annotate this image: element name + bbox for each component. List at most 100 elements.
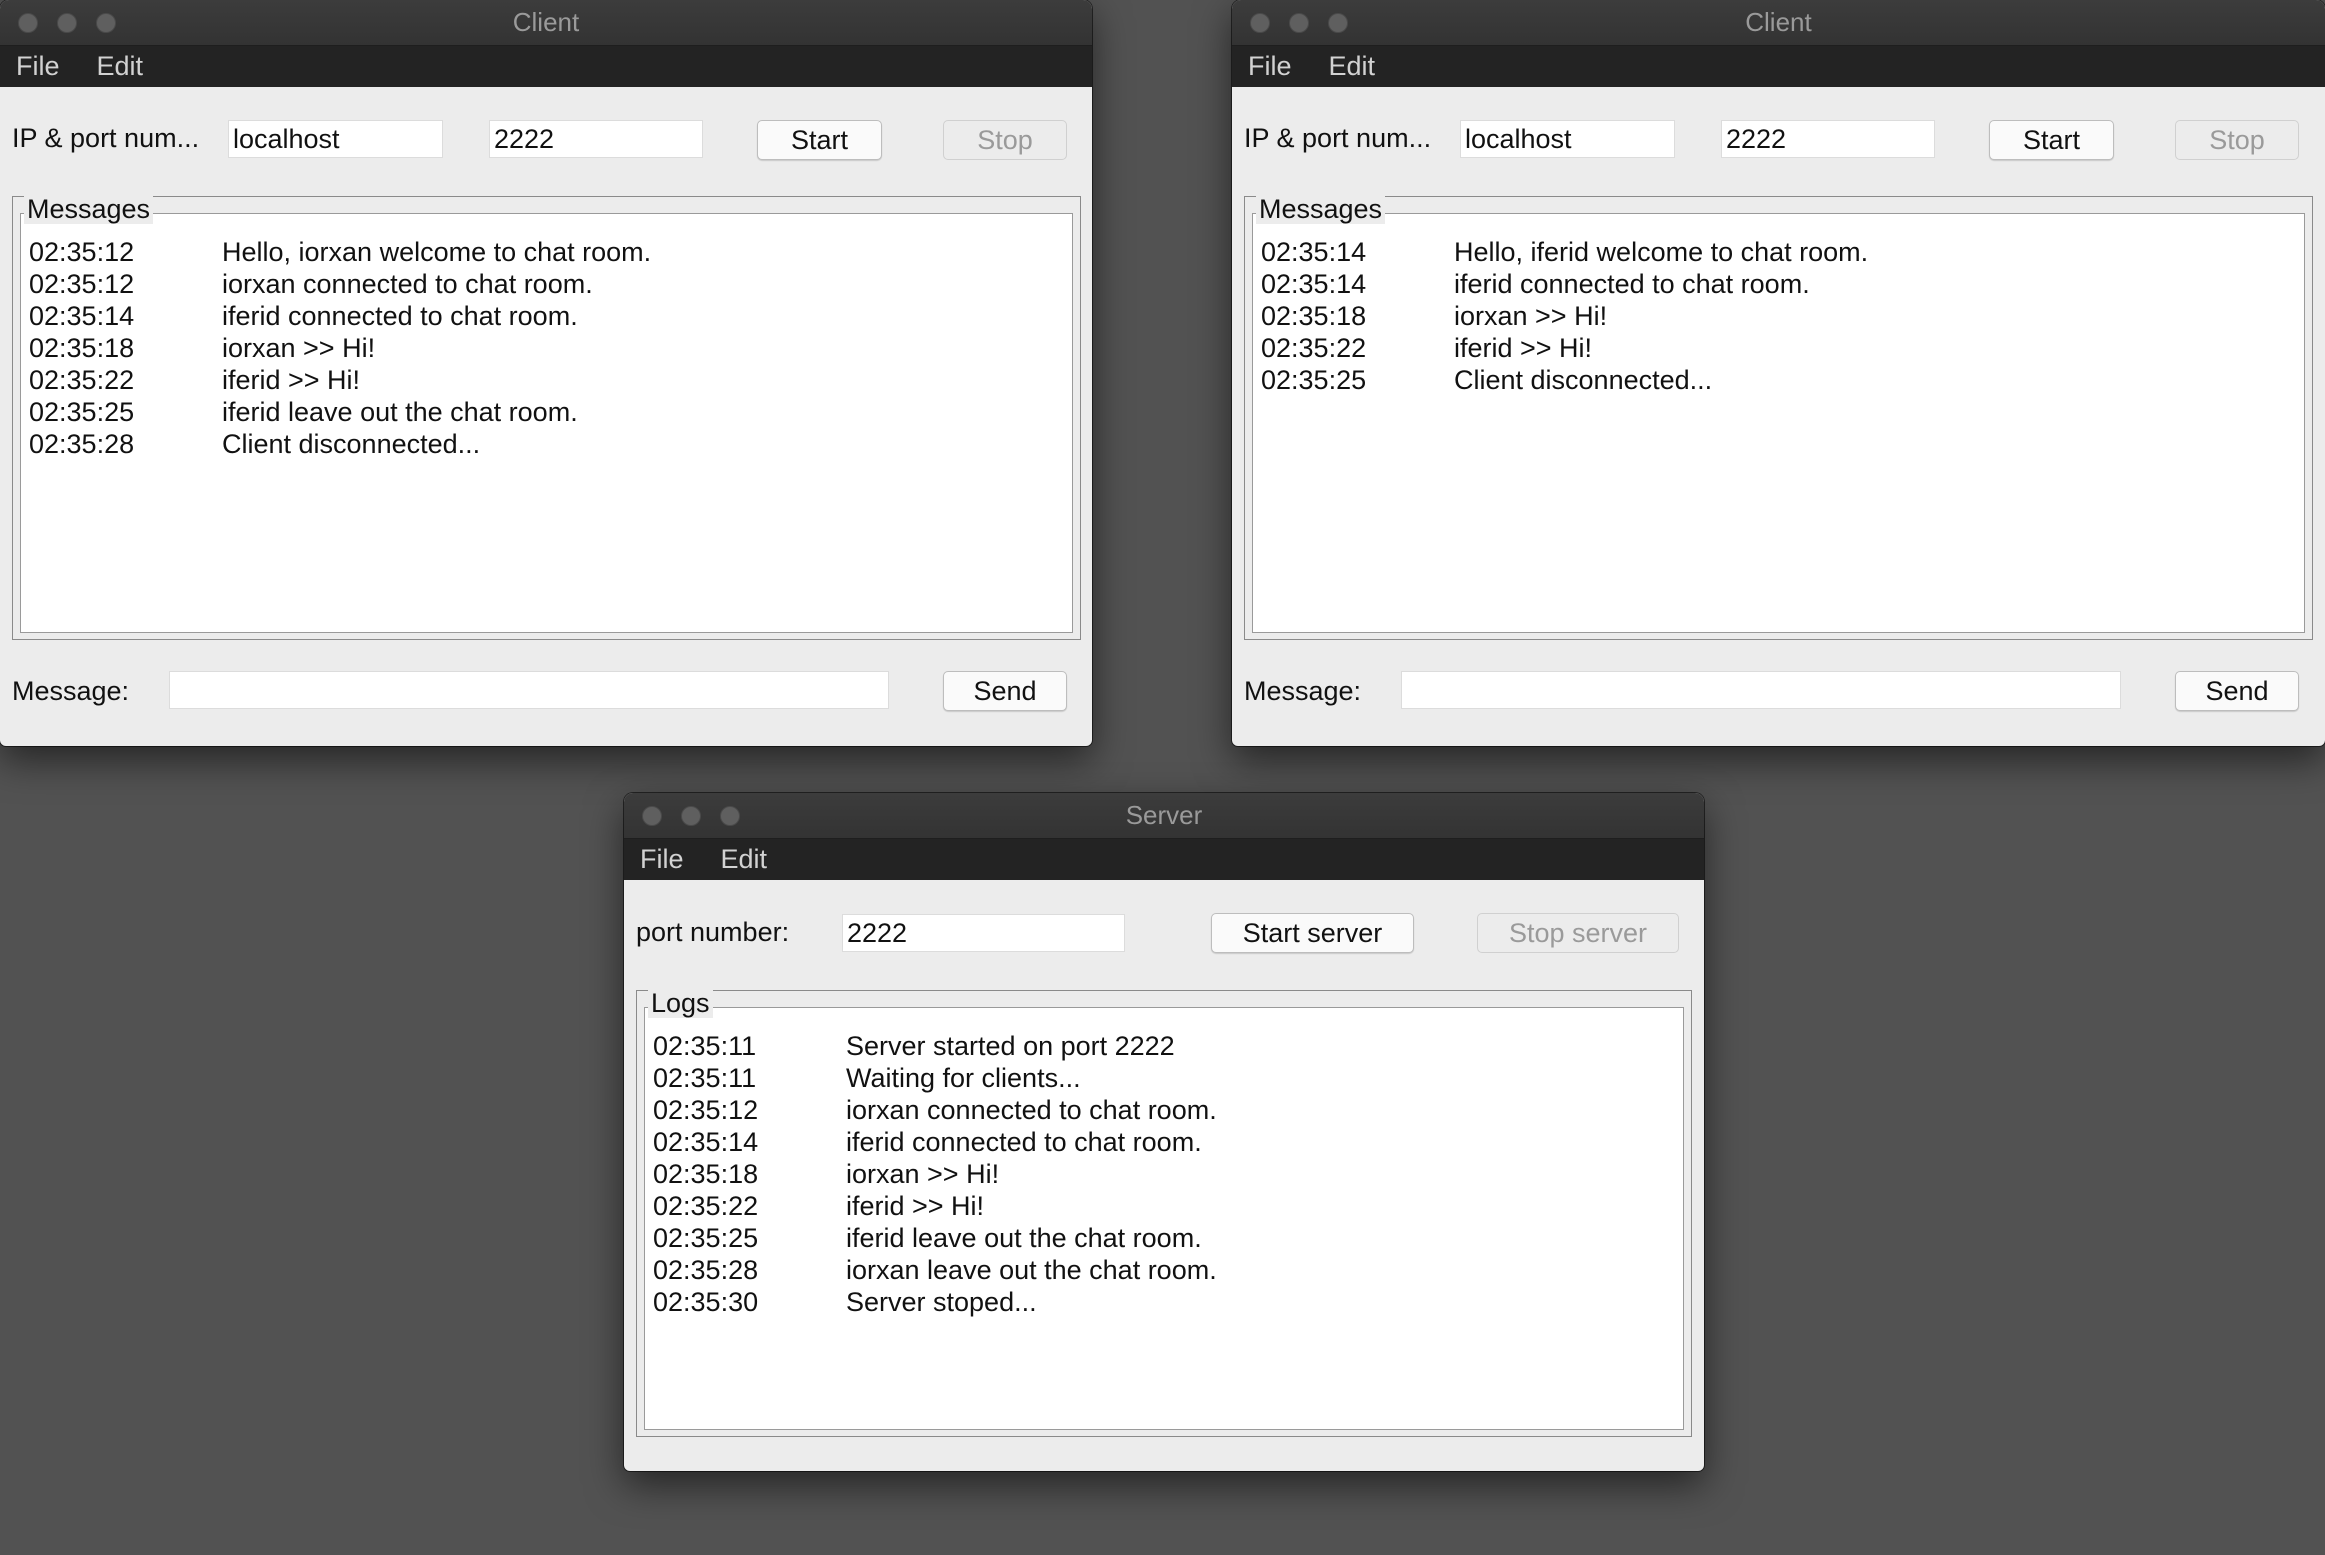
close-window-icon[interactable] <box>18 12 38 33</box>
menu-edit[interactable]: Edit <box>721 844 768 875</box>
timestamp: 02:35:28 <box>29 429 135 459</box>
entry-text: iorxan >> Hi! <box>222 333 376 363</box>
start-button[interactable]: Start <box>757 120 882 160</box>
entry-text: iferid connected to chat room. <box>846 1127 1202 1157</box>
logs-area[interactable]: 02:35:11 Server started on port 2222 02:35… <box>644 1007 1684 1430</box>
client-window-2: Client File Edit IP & port num... localh… <box>1232 0 2325 746</box>
minimize-window-icon[interactable] <box>1289 12 1309 33</box>
message-input[interactable] <box>169 671 889 709</box>
timestamp: 02:35:30 <box>653 1287 759 1317</box>
logs-list: 02:35:11 Server started on port 2222 02:35… <box>653 1030 1675 1318</box>
timestamp: 02:35:25 <box>1261 365 1367 395</box>
port-number-label: port number: <box>636 917 790 947</box>
entry-text: iorxan connected to chat room. <box>846 1095 1217 1125</box>
messages-group: 02:35:14 Hello, iferid welcome to chat ro… <box>1244 194 2313 640</box>
list-item: 02:35:11 Server started on port 2222 <box>653 1030 1675 1062</box>
start-button[interactable]: Start <box>1989 120 2114 160</box>
entry-text: iferid >> Hi! <box>846 1191 985 1221</box>
logs-group: 02:35:11 Server started on port 2222 02:35… <box>636 988 1692 1437</box>
ip-port-label: IP & port num... <box>1244 123 1432 153</box>
port-input[interactable]: 2222 <box>1721 120 1935 158</box>
message-label: Message: <box>12 676 130 706</box>
close-window-icon[interactable] <box>642 805 662 826</box>
server-window: Server File Edit port number: 2222 Start… <box>624 793 1704 1471</box>
timestamp: 02:35:11 <box>653 1063 757 1093</box>
host-input[interactable]: localhost <box>1460 120 1675 158</box>
messages-legend: Messages <box>24 194 154 224</box>
host-input[interactable]: localhost <box>228 120 443 158</box>
menu-file[interactable]: File <box>16 51 60 82</box>
client-window-1: Client File Edit IP & port num... localh… <box>0 0 1092 746</box>
timestamp: 02:35:14 <box>29 301 135 331</box>
timestamp: 02:35:14 <box>1261 269 1367 299</box>
port-input[interactable]: 2222 <box>842 914 1125 952</box>
zoom-window-icon[interactable] <box>96 12 116 33</box>
title-bar[interactable]: Client <box>1232 0 2325 46</box>
list-item: 02:35:30 Server stoped... <box>653 1286 1675 1318</box>
message-input[interactable] <box>1401 671 2121 709</box>
list-item: 02:35:25 iferid leave out the chat room. <box>653 1222 1675 1254</box>
window-controls <box>18 0 135 45</box>
menu-file[interactable]: File <box>1248 51 1292 82</box>
messages-area[interactable]: 02:35:12 Hello, iorxan welcome to chat ro… <box>20 213 1073 633</box>
stop-server-button[interactable]: Stop server <box>1477 913 1679 953</box>
timestamp: 02:35:11 <box>653 1031 757 1061</box>
title-bar[interactable]: Server <box>624 793 1704 839</box>
timestamp: 02:35:22 <box>1261 333 1367 363</box>
list-item: 02:35:18 iorxan >> Hi! <box>1261 300 2296 332</box>
entry-text: Waiting for clients... <box>846 1063 1081 1093</box>
entry-text: Hello, iferid welcome to chat room. <box>1454 237 1869 267</box>
send-button[interactable]: Send <box>2175 671 2299 711</box>
entry-text: Client disconnected... <box>222 429 481 459</box>
timestamp: 02:35:18 <box>1261 301 1367 331</box>
list-item: 02:35:22 iferid >> Hi! <box>1261 332 2296 364</box>
close-window-icon[interactable] <box>1250 12 1270 33</box>
list-item: 02:35:22 iferid >> Hi! <box>29 364 1064 396</box>
menu-edit[interactable]: Edit <box>1329 51 1376 82</box>
stop-button[interactable]: Stop <box>2175 120 2299 160</box>
menu-bar: File Edit <box>624 839 1704 880</box>
timestamp: 02:35:22 <box>29 365 135 395</box>
list-item: 02:35:12 iorxan connected to chat room. <box>653 1094 1675 1126</box>
list-item: 02:35:12 Hello, iorxan welcome to chat ro… <box>29 236 1064 268</box>
list-item: 02:35:14 Hello, iferid welcome to chat ro… <box>1261 236 2296 268</box>
messages-list: 02:35:14 Hello, iferid welcome to chat ro… <box>1261 236 2296 396</box>
timestamp: 02:35:14 <box>1261 237 1367 267</box>
stop-button[interactable]: Stop <box>943 120 1067 160</box>
window-title: Client <box>512 7 580 37</box>
timestamp: 02:35:25 <box>653 1223 759 1253</box>
list-item: 02:35:12 iorxan connected to chat room. <box>29 268 1064 300</box>
messages-group: 02:35:12 Hello, iorxan welcome to chat ro… <box>12 194 1081 640</box>
menu-edit[interactable]: Edit <box>97 51 144 82</box>
zoom-window-icon[interactable] <box>720 805 740 826</box>
send-button[interactable]: Send <box>943 671 1067 711</box>
zoom-window-icon[interactable] <box>1328 12 1348 33</box>
menu-bar: File Edit <box>0 46 1092 87</box>
ip-port-label: IP & port num... <box>12 123 200 153</box>
list-item: 02:35:14 iferid connected to chat room. <box>29 300 1064 332</box>
list-item: 02:35:28 iorxan leave out the chat room. <box>653 1254 1675 1286</box>
port-input[interactable]: 2222 <box>489 120 703 158</box>
minimize-window-icon[interactable] <box>681 805 701 826</box>
messages-area[interactable]: 02:35:14 Hello, iferid welcome to chat ro… <box>1252 213 2305 633</box>
entry-text: iferid leave out the chat room. <box>222 397 578 427</box>
menu-file[interactable]: File <box>640 844 684 875</box>
list-item: 02:35:11 Waiting for clients... <box>653 1062 1675 1094</box>
list-item: 02:35:14 iferid connected to chat room. <box>1261 268 2296 300</box>
entry-text: iorxan leave out the chat room. <box>846 1255 1217 1285</box>
messages-legend: Messages <box>1256 194 1386 224</box>
entry-text: iferid >> Hi! <box>1454 333 1593 363</box>
start-server-button[interactable]: Start server <box>1211 913 1414 953</box>
entry-text: iferid >> Hi! <box>222 365 361 395</box>
window-title: Client <box>1745 7 1812 37</box>
window-controls <box>1250 0 1367 45</box>
minimize-window-icon[interactable] <box>57 12 77 33</box>
timestamp: 02:35:28 <box>653 1255 759 1285</box>
list-item: 02:35:18 iorxan >> Hi! <box>653 1158 1675 1190</box>
title-bar[interactable]: Client <box>0 0 1092 46</box>
entry-text: iorxan >> Hi! <box>846 1159 1000 1189</box>
timestamp: 02:35:12 <box>29 269 135 299</box>
entry-text: Server started on port 2222 <box>846 1031 1175 1061</box>
timestamp: 02:35:18 <box>29 333 135 363</box>
timestamp: 02:35:22 <box>653 1191 759 1221</box>
